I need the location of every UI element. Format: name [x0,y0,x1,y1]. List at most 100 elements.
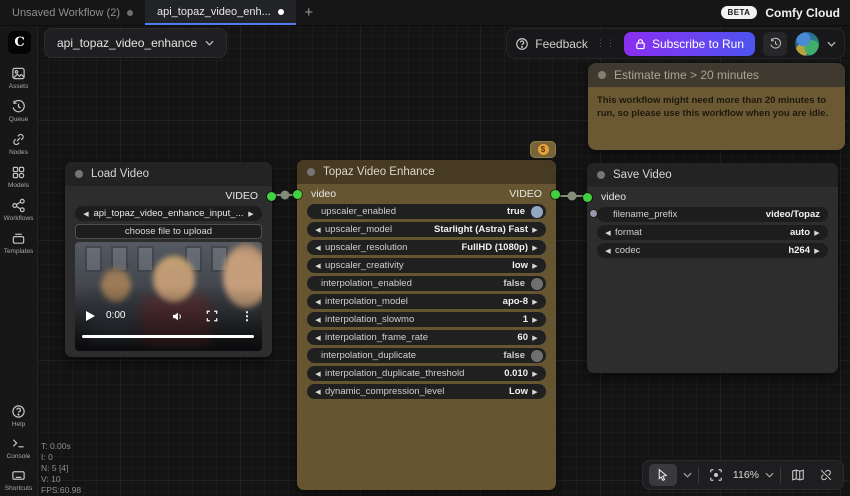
widget-interpolation-enabled[interactable]: interpolation_enabled false [307,276,546,291]
sidebar-item-models[interactable]: Models [0,165,37,189]
next-arrow-icon[interactable]: ▶ [530,298,540,306]
output-label: VIDEO [509,188,542,200]
sidebar-item-label: Help [11,421,26,428]
player-menu-icon[interactable]: ⋮ [241,309,253,323]
prev-arrow-icon[interactable]: ◀ [603,247,613,255]
sidebar-item-nodes[interactable]: Nodes [0,132,37,156]
widget-interpolation-duplicate[interactable]: interpolation_duplicate false [307,348,546,363]
player-progress-bar[interactable] [82,335,254,338]
widget-input-socket-filename-prefix[interactable] [590,210,597,217]
tabbar-right: BETA Comfy Cloud [720,0,850,25]
feedback-button[interactable]: Feedback [515,37,588,51]
play-button[interactable] [86,311,95,321]
sidebar-item-label: Assets [8,83,29,90]
prev-arrow-icon[interactable]: ◀ [313,334,323,342]
collapse-dot[interactable] [307,168,315,176]
sidebar-item-queue[interactable]: Queue [0,99,37,123]
zoom-chevron-down-icon[interactable] [765,472,774,478]
prev-arrow-icon[interactable]: ◀ [313,388,323,396]
notice-header[interactable]: Estimate time > 20 minutes [588,63,845,87]
fullscreen-icon[interactable] [206,310,218,322]
output-socket-video[interactable] [267,192,276,201]
minimap-button[interactable] [787,464,809,486]
prev-arrow-icon[interactable]: ◀ [313,298,323,306]
widget-value: apo-8 [502,296,528,307]
widget-dynamic-compression-level[interactable]: ◀ dynamic_compression_level Low ▶ [307,384,546,399]
toggle-links-button[interactable] [815,464,837,486]
widget-upscaler-creativity[interactable]: ◀ upscaler_creativity low ▶ [307,258,546,273]
next-arrow-icon[interactable]: ▶ [812,247,822,255]
comfy-logo[interactable]: C [8,31,31,54]
drag-handle[interactable]: ⋮⋮ [596,38,616,49]
widget-interpolation-duplicate-threshold[interactable]: ◀ interpolation_duplicate_threshold 0.01… [307,366,546,381]
collapse-dot[interactable] [597,171,605,179]
node-save-video[interactable]: Save Video video filename_prefix video/T… [583,163,838,373]
new-tab-button[interactable]: + [296,0,322,25]
dollar-coin-icon: $ [537,144,549,155]
prev-arrow-icon[interactable]: ◀ [81,210,91,218]
toggle-knob[interactable] [531,205,543,218]
next-arrow-icon[interactable]: ▶ [530,244,540,252]
fit-view-button[interactable] [705,464,727,486]
next-arrow-icon[interactable]: ▶ [812,229,822,237]
workflow-dropdown[interactable]: api_topaz_video_enhance [44,28,228,58]
sidebar-item-console[interactable]: Console [0,436,37,460]
input-socket-video[interactable] [293,190,302,199]
widget-interpolation-slowmo[interactable]: ◀ interpolation_slowmo 1 ▶ [307,312,546,327]
node-header[interactable]: Save Video [587,163,838,187]
next-arrow-icon[interactable]: ▶ [246,210,256,218]
output-socket-video[interactable] [551,190,560,199]
widget-format[interactable]: ◀ format auto ▶ [597,225,828,240]
widget-interpolation-frame-rate[interactable]: ◀ interpolation_frame_rate 60 ▶ [307,330,546,345]
account-chevron-down-icon[interactable] [827,41,836,47]
widget-interpolation-model[interactable]: ◀ interpolation_model apo-8 ▶ [307,294,546,309]
next-arrow-icon[interactable]: ▶ [530,334,540,342]
node-topaz-video-enhance[interactable]: Topaz Video Enhance video VIDEO upscaler… [293,160,560,490]
prev-arrow-icon[interactable]: ◀ [313,262,323,270]
tab-unsaved-workflow[interactable]: Unsaved Workflow (2) [0,0,145,25]
prev-arrow-icon[interactable]: ◀ [313,226,323,234]
widget-upscaler-resolution[interactable]: ◀ upscaler_resolution FullHD (1080p) ▶ [307,240,546,255]
tab-api-topaz-video-enhance[interactable]: api_topaz_video_enh... [145,0,296,25]
next-arrow-icon[interactable]: ▶ [530,262,540,270]
volume-icon[interactable] [171,310,184,323]
next-arrow-icon[interactable]: ▶ [530,388,540,396]
sidebar-item-assets[interactable]: Assets [0,66,37,90]
widget-upscaler-enabled[interactable]: upscaler_enabled true [307,204,546,219]
choose-file-button[interactable]: choose file to upload [75,224,262,239]
toggle-knob[interactable] [531,349,543,362]
notice-collapse-dot[interactable] [598,71,606,79]
sidebar-item-help[interactable]: Help [0,404,37,428]
widget-value: Starlight (Astra) Fast [434,224,528,235]
video-preview[interactable]: 0:00 ⋮ [75,242,262,351]
next-arrow-icon[interactable]: ▶ [530,226,540,234]
next-arrow-icon[interactable]: ▶ [530,370,540,378]
widget-upscaler-model[interactable]: ◀ upscaler_model Starlight (Astra) Fast … [307,222,546,237]
prev-arrow-icon[interactable]: ◀ [313,244,323,252]
prev-arrow-icon[interactable]: ◀ [313,316,323,324]
tool-chevron-down-icon[interactable] [683,472,692,478]
sidebar-item-shortcuts[interactable]: Shortcuts [0,468,37,492]
subscribe-to-run-button[interactable]: Subscribe to Run [623,31,755,56]
widget-codec[interactable]: ◀ codec h264 ▶ [597,243,828,258]
input-socket-video[interactable] [583,193,592,202]
widget-value: video/Topaz [765,209,820,220]
sidebar-item-label: Queue [8,116,29,123]
node-header[interactable]: Topaz Video Enhance [297,160,556,184]
collapse-dot[interactable] [75,170,83,178]
node-load-video[interactable]: Load Video VIDEO ◀ api_topaz_video_enhan… [65,162,276,357]
cursor-tool-button[interactable] [648,464,677,486]
widget-filename-prefix[interactable]: filename_prefix video/Topaz [597,207,828,222]
widget-file-combo[interactable]: ◀ api_topaz_video_enhance_input_... ▶ [75,206,262,221]
toggle-knob[interactable] [531,277,543,290]
node-header[interactable]: Load Video [65,162,272,186]
templates-icon [12,233,25,244]
sidebar-item-workflows[interactable]: Workflows [0,198,37,222]
run-history-button[interactable] [763,31,787,56]
sidebar-item-templates[interactable]: Templates [0,231,37,255]
prev-arrow-icon[interactable]: ◀ [603,229,613,237]
next-arrow-icon[interactable]: ▶ [530,316,540,324]
avatar[interactable] [795,31,819,56]
zoom-level[interactable]: 116% [733,469,759,481]
prev-arrow-icon[interactable]: ◀ [313,370,323,378]
